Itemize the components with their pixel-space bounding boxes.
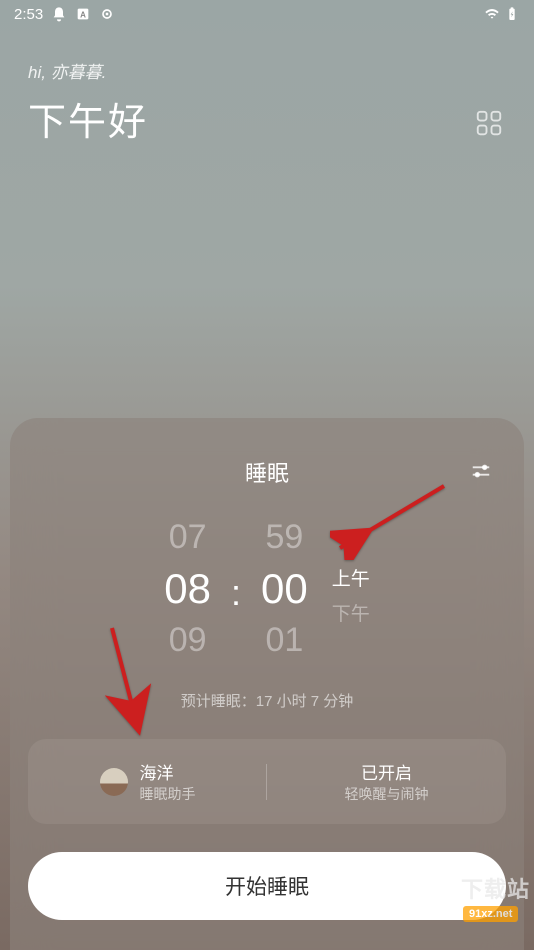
time-picker[interactable]: 07 08 09 : 59 00 01 上午 下午 [28, 518, 506, 660]
feature2-title: 已开启 [361, 759, 412, 784]
panel-title: 睡眠 [28, 456, 506, 488]
feature2-subtitle: 轻唤醒与闹钟 [345, 784, 429, 804]
wifi-icon [484, 6, 500, 22]
ocean-theme-icon [100, 768, 128, 796]
minute-column[interactable]: 59 00 01 [261, 518, 308, 660]
hour-next: 09 [169, 621, 207, 660]
alarm-settings-button[interactable]: 已开启 轻唤醒与闹钟 [267, 759, 506, 804]
svg-text:A: A [80, 10, 86, 19]
sleep-estimate-label: 预计睡眠：17 小时 7 分钟 [28, 690, 506, 711]
feature1-title: 海洋 [140, 759, 196, 784]
settings-sliders-button[interactable] [470, 460, 492, 482]
hour-column[interactable]: 07 08 09 [164, 518, 211, 660]
minute-prev: 59 [265, 518, 303, 557]
hour-prev: 07 [169, 518, 207, 557]
status-right [484, 6, 520, 22]
sleep-panel: 睡眠 07 08 09 : 59 00 01 上午 下午 预计睡眠：17 小时 … [10, 418, 524, 950]
watermark-text: 下载站 [461, 877, 530, 902]
pm-option[interactable]: 下午 [332, 599, 370, 626]
start-sleep-button[interactable]: 开始睡眠 [28, 852, 506, 920]
status-time: 2:53 [14, 6, 43, 23]
feature1-subtitle: 睡眠助手 [140, 784, 196, 804]
ampm-column[interactable]: 上午 下午 [332, 552, 370, 626]
battery-icon [504, 6, 520, 22]
status-bar: 2:53 A [0, 0, 534, 28]
greeting-time: 下午好 [28, 91, 506, 146]
watermark: 下载站 91xz.net [461, 872, 530, 922]
hour-selected: 08 [164, 565, 211, 613]
sleep-assistant-button[interactable]: 海洋 睡眠助手 [28, 759, 267, 804]
time-separator: : [231, 572, 241, 614]
minute-next: 01 [265, 621, 303, 660]
gear-icon [99, 6, 115, 22]
status-left: 2:53 A [14, 6, 115, 23]
feature-row: 海洋 睡眠助手 已开启 轻唤醒与闹钟 [28, 739, 506, 824]
greeting-user: hi, 亦暮暮. [28, 58, 506, 83]
header: hi, 亦暮暮. 下午好 [0, 28, 534, 176]
apps-grid-button[interactable] [474, 108, 504, 138]
notification-icon [51, 6, 67, 22]
minute-selected: 00 [261, 565, 308, 613]
am-option[interactable]: 上午 [332, 564, 370, 591]
app-indicator-icon: A [75, 6, 91, 22]
watermark-url: 91xz.net [463, 906, 518, 922]
